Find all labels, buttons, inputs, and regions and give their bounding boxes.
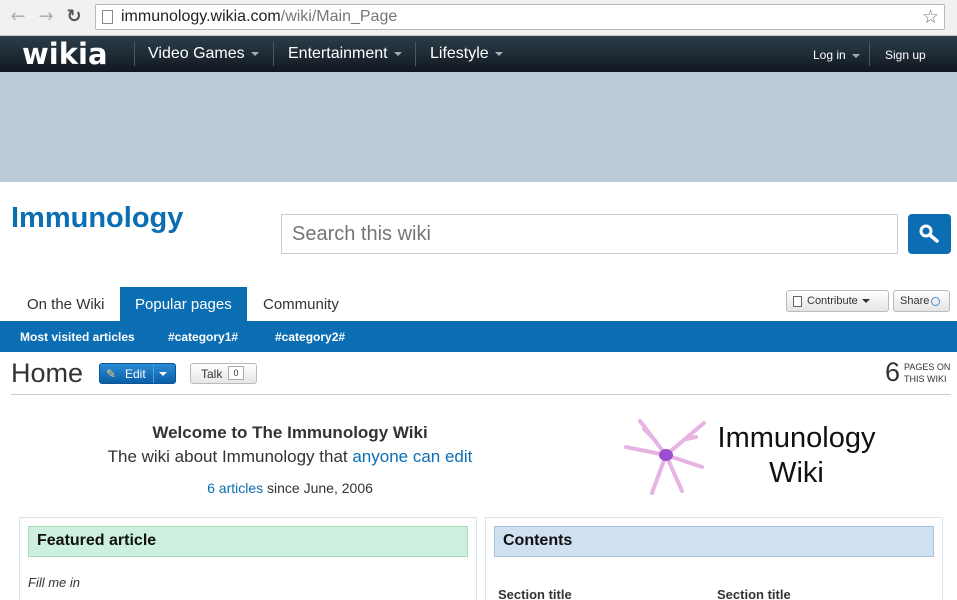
contribute-button[interactable]: Contribute (786, 290, 889, 312)
forward-arrow-icon[interactable]: → (36, 7, 56, 27)
chevron-down-icon (494, 51, 503, 56)
talk-button[interactable]: Talk 0 (190, 363, 257, 384)
nav-divider (869, 42, 870, 66)
subnav-category2[interactable]: #category2# (275, 330, 345, 344)
url-host: immunology.wikia.com (121, 8, 281, 25)
articles-count-link[interactable]: 6 articles (207, 480, 263, 496)
pencil-icon: ✎ (106, 367, 117, 381)
page-title: Home (11, 358, 84, 388)
wikia-logo[interactable]: wikia (22, 37, 108, 71)
nav-lifestyle[interactable]: Lifestyle (430, 45, 503, 63)
tab-on-the-wiki[interactable]: On the Wiki (27, 287, 105, 321)
contents-heading: Contents (494, 526, 934, 557)
chevron-down-icon[interactable] (159, 372, 167, 376)
ad-banner (0, 72, 957, 182)
welcome-block: Welcome to The Immunology Wiki The wiki … (20, 423, 560, 496)
chevron-down-icon (861, 299, 870, 304)
document-icon (793, 295, 802, 307)
browser-toolbar: ← → ↻ immunology.wikia.com/wiki/Main_Pag… (0, 0, 957, 36)
edit-label: Edit (125, 367, 146, 381)
contents-box: Contents Section title Section title (485, 517, 943, 600)
bookmark-star-icon[interactable]: ☆ (922, 6, 939, 28)
subnav-most-visited[interactable]: Most visited articles (20, 330, 135, 344)
pages-label-line1: PAGES ON (904, 362, 951, 372)
section-title-2[interactable]: Section title (717, 587, 791, 600)
nav-divider (415, 42, 416, 66)
subnav-category1[interactable]: #category1# (168, 330, 238, 344)
edit-button[interactable]: ✎ Edit (99, 363, 176, 384)
nav-lifestyle-label: Lifestyle (430, 45, 489, 62)
tab-community[interactable]: Community (263, 287, 339, 321)
pages-label-line2: THIS WIKI (904, 374, 947, 384)
nav-divider (134, 42, 135, 66)
address-bar[interactable]: immunology.wikia.com/wiki/Main_Page ☆ (95, 4, 945, 30)
featured-article-heading: Featured article (28, 526, 468, 557)
featured-article-body: Fill me in (28, 575, 81, 590)
wiki-title[interactable]: Immunology (11, 202, 183, 235)
page-icon (102, 10, 113, 24)
tab-popular-pages[interactable]: Popular pages (120, 287, 247, 321)
back-arrow-icon[interactable]: ← (8, 7, 28, 27)
wiki-logo-line2: Wiki (769, 457, 824, 489)
section-title-1[interactable]: Section title (498, 587, 572, 600)
nav-divider (273, 42, 274, 66)
global-nav: wikia Video Games Entertainment Lifestyl… (0, 36, 957, 72)
nav-video-games[interactable]: Video Games (148, 45, 259, 63)
pages-count: 6 (885, 357, 901, 387)
url-path: /wiki/Main_Page (280, 8, 398, 25)
search-input[interactable] (281, 214, 898, 254)
articles-since-text: since June, 2006 (263, 480, 373, 496)
wiki-logo-text: Immunology Wiki (714, 421, 879, 491)
chevron-down-icon (393, 51, 402, 56)
login-label: Log in (813, 48, 846, 62)
divider (11, 394, 951, 395)
talk-label: Talk (201, 367, 223, 381)
featured-article-box: Featured article Fill me in (19, 517, 477, 600)
articles-line: 6 articles since June, 2006 (20, 480, 560, 496)
signup-link[interactable]: Sign up (885, 48, 926, 62)
contribute-label: Contribute (807, 295, 858, 307)
pages-label: PAGES ON THIS WIKI (904, 361, 950, 385)
talk-count-badge: 0 (228, 366, 244, 380)
wiki-logo-image: Immunology Wiki (622, 415, 912, 495)
welcome-heading: Welcome to The Immunology Wiki (152, 423, 428, 442)
chevron-down-icon (250, 51, 259, 56)
cell-icon (624, 419, 706, 495)
share-button[interactable]: Share (893, 290, 950, 312)
login-link[interactable]: Log in (813, 48, 860, 62)
reload-icon[interactable]: ↻ (64, 7, 84, 27)
chevron-down-icon (851, 53, 860, 58)
share-icon (931, 296, 941, 306)
tagline-text: The wiki about Immunology that (107, 447, 353, 466)
search-icon (919, 224, 939, 243)
nav-entertainment-label: Entertainment (288, 45, 388, 62)
url-text: immunology.wikia.com/wiki/Main_Page (121, 8, 397, 26)
nav-video-games-label: Video Games (148, 45, 245, 62)
wiki-subnav: Most visited articles #category1# #categ… (0, 321, 957, 352)
nav-entertainment[interactable]: Entertainment (288, 45, 402, 63)
search-button[interactable] (908, 214, 951, 254)
welcome-tagline: The wiki about Immunology that anyone ca… (20, 447, 560, 467)
anyone-can-edit-link[interactable]: anyone can edit (352, 447, 472, 466)
share-label: Share (900, 295, 930, 307)
edit-divider (153, 364, 154, 383)
wiki-logo-line1: Immunology (717, 422, 876, 454)
